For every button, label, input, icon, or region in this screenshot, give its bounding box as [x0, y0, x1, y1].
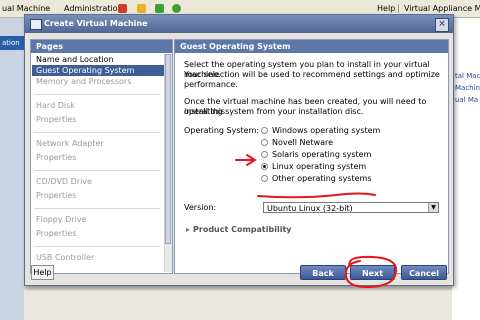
radio-label-windows[interactable]: Windows operating system [272, 126, 380, 135]
app-bottom-area [24, 290, 452, 320]
page-separator [34, 208, 160, 209]
page-item-name-location[interactable]: Name and Location [32, 54, 166, 65]
menu-virtual-machine[interactable]: ual Machine [2, 4, 50, 13]
page-item-cd-properties: Properties [36, 191, 77, 200]
next-button[interactable]: Next [350, 265, 395, 280]
page-separator [34, 94, 160, 95]
version-label: Version: [184, 203, 217, 212]
radio-label-solaris[interactable]: Solaris operating system [272, 150, 371, 159]
menu-virtual-appliance[interactable]: Virtual Appliance Ma [398, 4, 480, 13]
vm-window-icon [30, 19, 42, 30]
pages-scrollbar-thumb[interactable] [165, 54, 171, 244]
right-link-3[interactable]: ual Ma [455, 96, 478, 104]
version-select[interactable]: Ubuntu Linux (32-bit) ▼ [263, 202, 439, 213]
radio-label-linux[interactable]: Linux operating system [272, 162, 366, 171]
app-left-tab[interactable]: ation [0, 36, 26, 50]
back-button[interactable]: Back [300, 265, 346, 280]
radio-label-other[interactable]: Other operating systems [272, 174, 371, 183]
right-link-2[interactable]: Machin [455, 84, 480, 92]
app-left-pane [0, 18, 24, 320]
page-item-usb: USB Controller [36, 253, 95, 262]
page-separator [34, 132, 160, 133]
radio-other[interactable] [261, 175, 268, 182]
stop-icon[interactable] [118, 4, 127, 13]
pages-header: Pages [31, 40, 172, 53]
create-vm-dialog: Create Virtual Machine × Pages Name and … [24, 14, 454, 286]
version-value: Ubuntu Linux (32-bit) [267, 204, 353, 213]
page-item-floppy: Floppy Drive [36, 215, 87, 224]
product-compatibility-toggle[interactable]: ▸ Product Compatibility [186, 225, 291, 234]
radio-solaris[interactable] [261, 151, 268, 158]
radio-label-novell[interactable]: Novell Netware [272, 138, 333, 147]
after-line-2: operating system from your installation … [184, 107, 364, 116]
content-panel: Guest Operating System Select the operat… [174, 39, 449, 274]
radio-windows[interactable] [261, 127, 268, 134]
menu-help[interactable]: Help [377, 4, 395, 13]
page-item-hard-disk: Hard Disk [36, 101, 75, 110]
radio-linux[interactable] [261, 163, 268, 170]
close-icon[interactable]: × [435, 18, 449, 32]
dropdown-arrow-icon[interactable]: ▼ [428, 203, 438, 212]
right-link-1[interactable]: tal Mac [455, 72, 480, 80]
pages-panel: Pages Name and Location Guest Operating … [30, 39, 173, 274]
dialog-titlebar[interactable]: Create Virtual Machine × [25, 15, 453, 33]
dialog-title: Create Virtual Machine [44, 19, 148, 28]
app-right-pane [452, 18, 480, 320]
intro-line-3: performance. [184, 80, 238, 89]
cancel-button[interactable]: Cancel [401, 265, 447, 280]
page-item-memory: Memory and Processors [36, 77, 132, 86]
page-item-floppy-properties: Properties [36, 229, 77, 238]
os-label: Operating System: [184, 126, 260, 135]
page-item-cd-dvd: CD/DVD Drive [36, 177, 92, 186]
menu-administration[interactable]: Administration [64, 4, 123, 13]
refresh-icon[interactable] [172, 4, 181, 13]
page-item-network-properties: Properties [36, 153, 77, 162]
expand-arrow-icon: ▸ [186, 225, 191, 234]
pause-icon[interactable] [137, 4, 146, 13]
help-button[interactable]: Help [31, 265, 54, 280]
product-compatibility-label: Product Compatibility [193, 225, 292, 234]
content-header: Guest Operating System [175, 40, 448, 53]
page-separator [34, 246, 160, 247]
page-item-network-adapter: Network Adapter [36, 139, 104, 148]
page-separator [34, 170, 160, 171]
intro-line-2: Your selection will be used to recommend… [184, 70, 440, 79]
radio-novell[interactable] [261, 139, 268, 146]
play-icon[interactable] [155, 4, 164, 13]
page-item-hard-disk-properties: Properties [36, 115, 77, 124]
page-item-guest-os[interactable]: Guest Operating System [32, 65, 166, 76]
